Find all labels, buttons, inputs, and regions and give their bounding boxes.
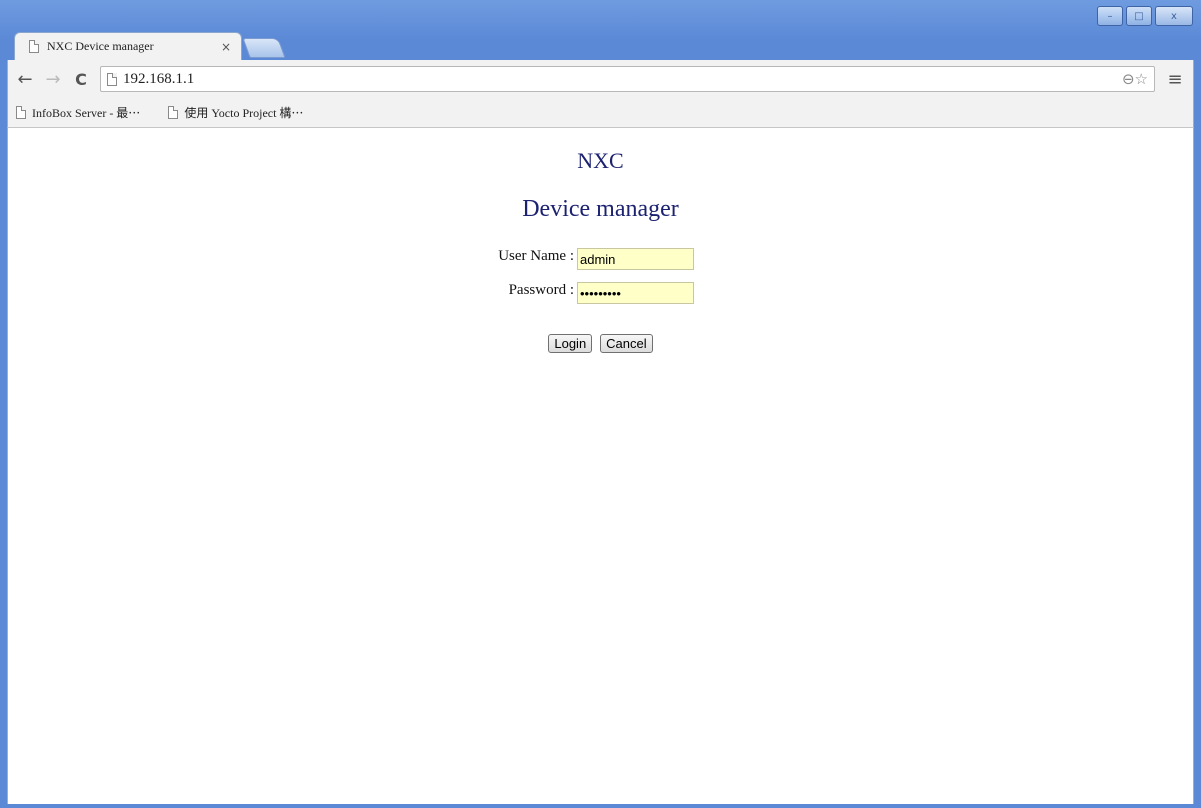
maximize-button[interactable]: □	[1126, 6, 1152, 26]
bookmarks-bar: InfoBox Server - 最⋯ 使用 Yocto Project 構⋯	[7, 98, 1194, 128]
bookmark-star-icon[interactable]: ☆	[1135, 70, 1148, 88]
minimize-button[interactable]: –	[1097, 6, 1123, 26]
page-icon	[29, 40, 39, 53]
url-text[interactable]: 192.168.1.1	[123, 71, 1122, 88]
reload-button[interactable]: C	[70, 70, 92, 89]
tab-strip: NXC Device manager ×	[14, 30, 286, 60]
password-row: Password :	[8, 280, 1193, 314]
back-button[interactable]: ←	[14, 69, 36, 90]
page-icon	[168, 106, 179, 119]
bookmark-item[interactable]: InfoBox Server - 最⋯	[16, 104, 140, 121]
new-tab-button[interactable]	[242, 38, 286, 58]
page-content: NXC Device manager User Name : Password …	[7, 128, 1194, 804]
tab-title: NXC Device manager	[47, 39, 154, 53]
brand-title: NXC	[577, 148, 624, 173]
zoom-icon[interactable]: ⊖	[1122, 70, 1135, 88]
page-icon	[107, 72, 117, 86]
tab-nxc-device-manager[interactable]: NXC Device manager ×	[14, 32, 242, 60]
password-field[interactable]	[577, 282, 694, 304]
bookmark-label: InfoBox Server - 最⋯	[32, 106, 141, 120]
login-form: User Name : Password :	[8, 246, 1193, 314]
username-label: User Name :	[498, 248, 574, 264]
password-label: Password :	[508, 282, 574, 298]
bookmark-label: 使用 Yocto Project 構⋯	[184, 106, 304, 120]
bookmark-item[interactable]: 使用 Yocto Project 構⋯	[168, 104, 303, 121]
menu-icon[interactable]: ≡	[1163, 69, 1187, 90]
forward-button[interactable]: →	[42, 69, 64, 90]
username-row: User Name :	[8, 246, 1193, 280]
login-button[interactable]: Login	[548, 334, 593, 353]
username-field[interactable]	[577, 248, 694, 270]
address-bar[interactable]: 192.168.1.1 ⊖ ☆	[100, 66, 1155, 92]
browser-window: – □ x NXC Device manager × ← → C 192.168…	[0, 0, 1201, 808]
window-controls: – □ x	[1097, 6, 1193, 26]
form-buttons: Login Cancel	[8, 334, 1193, 353]
tab-close-icon[interactable]: ×	[221, 40, 231, 54]
close-window-button[interactable]: x	[1155, 6, 1193, 26]
page-title: Device manager	[522, 196, 679, 222]
cancel-button[interactable]: Cancel	[600, 334, 653, 353]
page-icon	[16, 106, 26, 119]
browser-toolbar: ← → C 192.168.1.1 ⊖ ☆ ≡	[7, 60, 1194, 98]
